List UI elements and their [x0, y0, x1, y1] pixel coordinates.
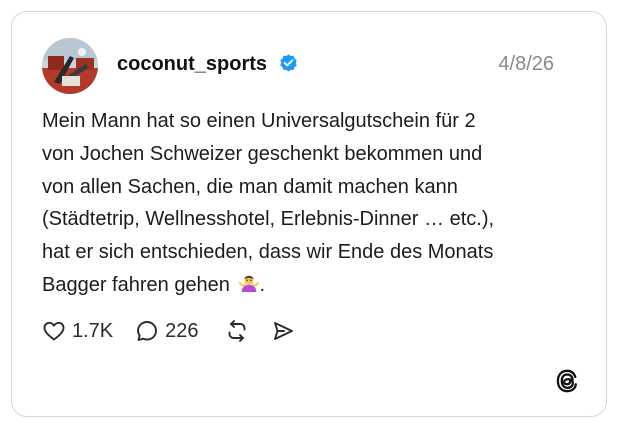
- reply-count: 226: [165, 319, 199, 342]
- repost-icon: [228, 320, 245, 342]
- repost-button[interactable]: [225, 319, 249, 343]
- post-text-container: Mein Mann hat so einen Universalgutschei…: [42, 105, 582, 302]
- like-count: 1.7K: [72, 319, 114, 342]
- post-date: 4/8/26: [498, 53, 554, 75]
- share-button[interactable]: [271, 319, 295, 343]
- speech-bubble-icon: [137, 321, 158, 341]
- post-card: coconut_sports 4/8/26 Mein Mann hat so e…: [11, 11, 607, 417]
- heart-icon: [43, 321, 65, 341]
- post-text: Mein Mann hat so einen Universalgutschei…: [42, 110, 495, 296]
- person-shrugging-emoji: [238, 275, 259, 293]
- send-icon: [273, 322, 293, 340]
- username[interactable]: coconut_sports: [117, 51, 267, 77]
- reply-button[interactable]: 226: [135, 319, 199, 343]
- post-text-end: .: [259, 273, 266, 296]
- like-button[interactable]: 1.7K: [42, 319, 113, 343]
- verified-badge-icon: [280, 54, 297, 72]
- avatar[interactable]: [42, 38, 98, 94]
- threads-logo-icon[interactable]: [554, 368, 580, 394]
- post-actions: 1.7K 226: [42, 316, 295, 346]
